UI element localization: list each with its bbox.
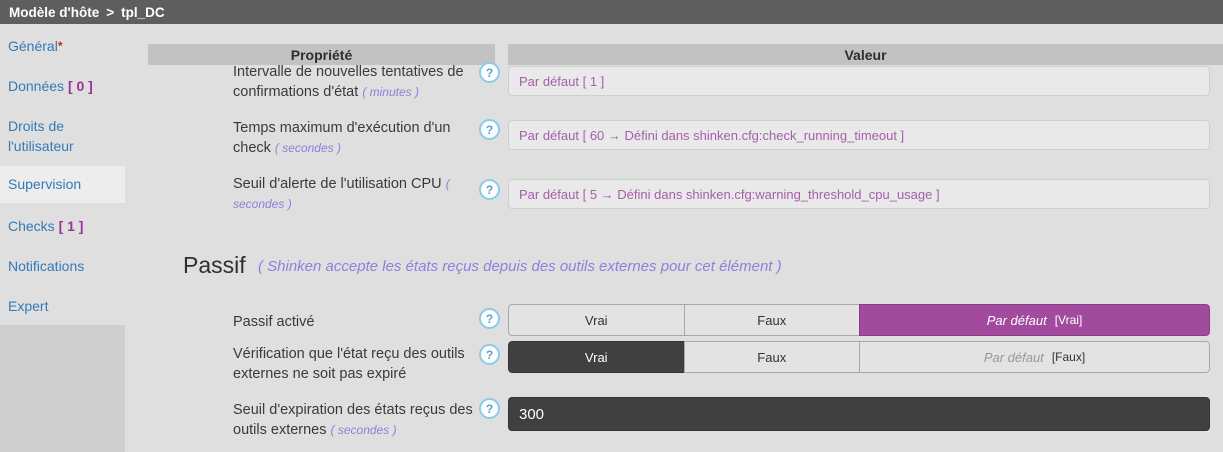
sidebar-item-supervision[interactable]: Supervision: [0, 174, 125, 194]
value-field-retry-interval[interactable]: Par défaut [ 1 ]: [508, 66, 1210, 96]
option-true-button[interactable]: Vrai: [508, 304, 685, 336]
help-icon[interactable]: ?: [479, 344, 500, 365]
segmented-freshness-check: Vrai Faux Par défaut [Faux]: [508, 341, 1210, 373]
sidebar-item-label: Supervision: [8, 176, 81, 192]
default-label: Par défaut: [984, 350, 1044, 365]
help-icon[interactable]: ?: [479, 398, 500, 419]
column-header-value: Valeur: [508, 44, 1223, 65]
property-label-text: Seuil d'alerte de l'utilisation CPU: [233, 176, 442, 192]
sidebar: Général* Données [ 0 ] Droits de l'utili…: [0, 24, 125, 452]
property-label-cpu-threshold: Seuil d'alerte de l'utilisation CPU ( se…: [233, 174, 483, 214]
sidebar-item-droits[interactable]: Droits de l'utilisateur: [0, 116, 125, 156]
breadcrumb-separator: >: [106, 5, 114, 20]
property-unit: ( minutes ): [362, 85, 419, 99]
property-label-text: Vérification que l'état reçu des outils …: [233, 346, 465, 382]
default-value-badge: [Faux]: [1052, 350, 1085, 364]
expiry-threshold-input[interactable]: [508, 397, 1210, 431]
sidebar-item-notifications[interactable]: Notifications: [0, 256, 125, 276]
option-default-button-selected[interactable]: Par défaut [Vrai]: [859, 304, 1210, 336]
sidebar-item-checks[interactable]: Checks [ 1 ]: [0, 216, 125, 236]
property-label-text: Passif activé: [233, 314, 314, 330]
sidebar-item-label: Données: [8, 78, 64, 94]
property-label-text: Intervalle de nouvelles tentatives de co…: [233, 64, 464, 100]
help-icon[interactable]: ?: [479, 308, 500, 329]
sidebar-item-label: Notifications: [8, 258, 84, 274]
sidebar-item-donnees[interactable]: Données [ 0 ]: [0, 76, 125, 96]
host-template-page: Modèle d'hôte > tpl_DC Général* Données …: [0, 0, 1223, 452]
property-label-retry-interval: Intervalle de nouvelles tentatives de co…: [233, 62, 483, 102]
option-true-button-selected[interactable]: Vrai: [508, 341, 685, 373]
sidebar-item-label: Expert: [8, 298, 48, 314]
sidebar-item-label: Général: [8, 38, 58, 54]
breadcrumb-root[interactable]: Modèle d'hôte: [9, 5, 99, 20]
help-icon[interactable]: ?: [479, 62, 500, 83]
segmented-passive-enabled: Vrai Faux Par défaut [Vrai]: [508, 304, 1210, 336]
breadcrumb: Modèle d'hôte > tpl_DC: [0, 0, 1223, 24]
default-value-badge: [Vrai]: [1055, 313, 1083, 327]
help-icon[interactable]: ?: [479, 179, 500, 200]
default-label: Par défaut: [987, 313, 1047, 328]
option-default-button[interactable]: Par défaut [Faux]: [859, 341, 1210, 373]
property-label-check-timeout: Temps maximum d'exécution d'un check ( s…: [233, 118, 483, 158]
property-unit: ( secondes ): [275, 141, 341, 155]
section-title-passif: Passif: [183, 252, 246, 279]
option-false-button[interactable]: Faux: [684, 341, 861, 373]
count-badge: [ 0 ]: [68, 78, 93, 94]
count-badge: [ 1 ]: [59, 218, 84, 234]
option-false-button[interactable]: Faux: [684, 304, 861, 336]
help-icon[interactable]: ?: [479, 119, 500, 140]
section-hint: ( Shinken accepte les états reçus depuis…: [258, 258, 782, 275]
sidebar-item-label: Checks: [8, 218, 55, 234]
sidebar-item-label: Droits de l'utilisateur: [8, 118, 74, 154]
required-marker: *: [58, 39, 63, 53]
property-label-expiry-threshold: Seuil d'expiration des états reçus des o…: [233, 400, 483, 440]
value-field-cpu-threshold[interactable]: Par défaut [ 5 → Défini dans shinken.cfg…: [508, 179, 1210, 209]
property-label-passive-enabled: Passif activé: [233, 312, 483, 332]
sidebar-footer-block: [0, 325, 125, 452]
property-label-text: Temps maximum d'exécution d'un check: [233, 120, 451, 156]
sidebar-item-general[interactable]: Général*: [0, 36, 125, 56]
breadcrumb-current: tpl_DC: [121, 5, 165, 20]
property-unit: ( secondes ): [331, 423, 397, 437]
value-field-check-timeout[interactable]: Par défaut [ 60 → Défini dans shinken.cf…: [508, 120, 1210, 150]
property-label-freshness-check: Vérification que l'état reçu des outils …: [233, 344, 483, 384]
sidebar-item-expert[interactable]: Expert: [0, 296, 125, 316]
